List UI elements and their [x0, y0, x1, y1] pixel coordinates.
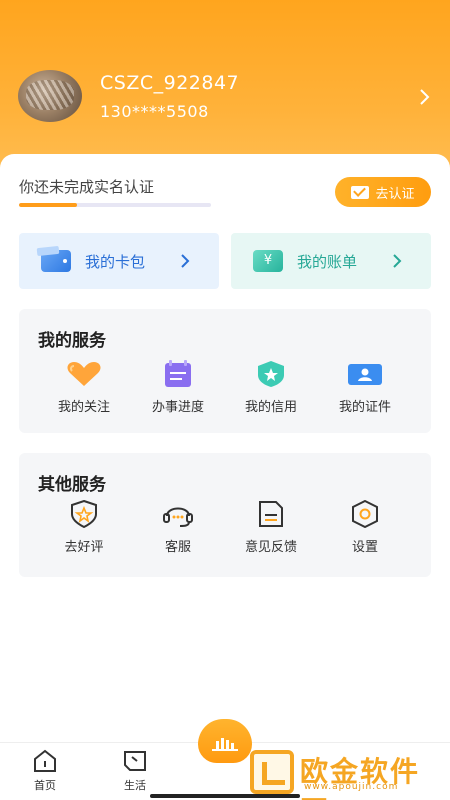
- username: CSZC_922847: [100, 72, 240, 94]
- service-label: 客服: [164, 540, 191, 555]
- service-label: 去好评: [64, 540, 104, 555]
- chevron-right-icon[interactable]: [412, 85, 436, 109]
- my-services-title: 我的服务: [38, 331, 106, 351]
- service-feedback[interactable]: 意见反馈: [226, 500, 316, 555]
- home-icon: [34, 749, 56, 772]
- my-bill-button[interactable]: ¥ 我的账单: [231, 233, 431, 289]
- verify-button-label: 去认证: [375, 186, 415, 202]
- service-label: 设置: [351, 540, 378, 555]
- service-label: 意见反馈: [244, 540, 297, 555]
- credit-shield-icon: [258, 361, 284, 387]
- service-my-follows[interactable]: 我的关注: [39, 360, 129, 415]
- life-icon: [124, 751, 146, 771]
- service-progress[interactable]: 办事进度: [133, 360, 223, 415]
- tab-life[interactable]: 生活: [105, 749, 165, 793]
- service-label: 我的证件: [338, 400, 391, 415]
- bar-chart-icon: [212, 738, 238, 751]
- other-services-title: 其他服务: [38, 475, 106, 495]
- bill-icon: ¥: [248, 247, 283, 272]
- chevron-right-icon: [393, 254, 402, 268]
- service-label: 我的关注: [57, 400, 110, 415]
- service-label: 办事进度: [151, 400, 204, 415]
- wallet-label: 我的卡包: [85, 252, 146, 271]
- heart-icon: [67, 362, 101, 386]
- avatar[interactable]: [18, 70, 82, 122]
- wallet-icon: [41, 250, 71, 272]
- progress-calendar-icon: [165, 360, 191, 387]
- watermark: 欧金软件园 www.apoujin.com: [246, 748, 446, 800]
- bill-label: 我的账单: [297, 252, 358, 271]
- tab-home[interactable]: 首页: [15, 749, 75, 793]
- verify-button[interactable]: 去认证: [335, 177, 431, 207]
- envelope-check-icon: [351, 185, 370, 199]
- center-action-button[interactable]: [198, 719, 252, 763]
- verification-prompt: 你还未完成实名认证: [19, 178, 155, 196]
- watermark-text: 欧金软件园: [300, 755, 421, 800]
- id-card-icon: [348, 364, 382, 385]
- service-label: 我的信用: [244, 400, 297, 415]
- service-my-credit[interactable]: 我的信用: [226, 360, 316, 415]
- my-card-wallet-button[interactable]: 我的卡包: [19, 233, 219, 289]
- star-shield-icon: [71, 500, 97, 528]
- home-indicator: [150, 794, 300, 798]
- watermark-url: www.apoujin.com: [304, 782, 399, 792]
- service-settings[interactable]: 设置: [320, 500, 410, 555]
- service-rate-us[interactable]: 去好评: [39, 500, 129, 555]
- settings-hexagon-icon: [352, 500, 378, 528]
- verification-progress-bar: [19, 203, 211, 207]
- watermark-logo: [250, 750, 294, 794]
- phone-number: 130****5508: [100, 102, 209, 121]
- headset-icon: [163, 507, 193, 527]
- service-my-id[interactable]: 我的证件: [320, 360, 410, 415]
- service-customer-support[interactable]: 客服: [133, 500, 223, 555]
- tab-label: 首页: [34, 779, 56, 792]
- chevron-right-icon: [181, 254, 190, 268]
- feedback-doc-icon: [259, 501, 283, 527]
- tab-label: 生活: [124, 779, 146, 792]
